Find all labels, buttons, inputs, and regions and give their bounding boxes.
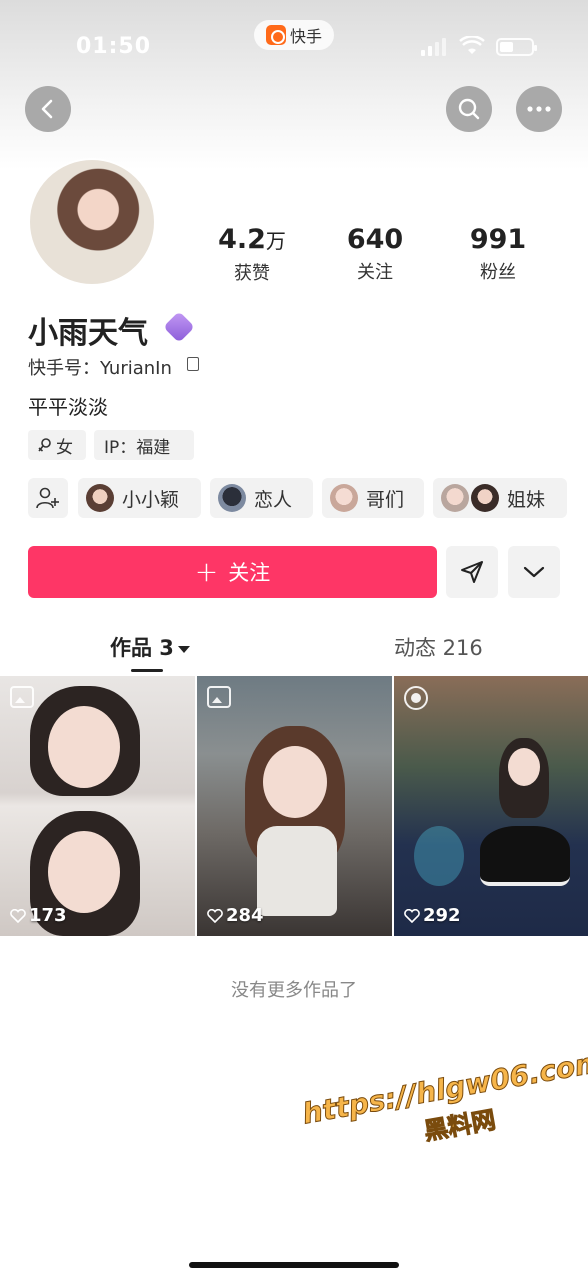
search-icon: [458, 98, 480, 120]
profile-bio: 平平淡淡: [28, 395, 108, 419]
copy-icon[interactable]: [187, 357, 199, 371]
stat-likes[interactable]: 4.2万 获赞: [207, 224, 297, 285]
kuaishou-id: 快手号：YurianIn: [28, 358, 172, 379]
recommend-dropdown-button[interactable]: [508, 546, 560, 598]
avatar[interactable]: [28, 158, 156, 286]
app-name: 快手: [289, 27, 322, 46]
tab-works[interactable]: 作品 3: [110, 632, 190, 662]
profile-name: 小雨天气: [28, 316, 148, 351]
wifi-icon: [459, 36, 485, 54]
kuaishou-logo-icon: [265, 25, 286, 45]
chevron-left-icon: [41, 99, 53, 119]
like-count: 173: [10, 905, 67, 926]
heart-icon: [404, 908, 420, 923]
post-thumbnail[interactable]: 284: [197, 676, 392, 936]
add-friend-button[interactable]: [28, 478, 68, 518]
caret-down-icon: [177, 645, 190, 653]
relation-chip[interactable]: 哥们: [322, 478, 424, 518]
stat-followers[interactable]: 991 粉丝: [453, 224, 543, 284]
send-icon: [461, 561, 483, 583]
watermark: https://hlgw06.com 黑料网: [299, 1045, 588, 1167]
female-icon: [38, 438, 51, 452]
post-thumbnail[interactable]: 173: [0, 676, 195, 936]
relation-chip[interactable]: 姐妹: [433, 478, 567, 518]
relation-chip[interactable]: 小小颖: [78, 478, 201, 518]
stat-label: 粉丝: [480, 262, 516, 283]
chevron-down-icon: [523, 566, 545, 578]
relation-chip[interactable]: 恋人: [210, 478, 313, 518]
relation-avatar: [218, 484, 246, 512]
heart-icon: [207, 908, 223, 923]
back-button[interactable]: [25, 86, 71, 132]
stat-following[interactable]: 640 关注: [330, 224, 420, 284]
relation-avatar: [86, 484, 114, 512]
plus-icon: +: [194, 555, 219, 588]
album-icon: [10, 686, 34, 708]
like-count: 292: [404, 905, 461, 926]
relation-avatar: [471, 484, 499, 512]
app-indicator[interactable]: 快手: [254, 20, 334, 50]
add-user-icon: [36, 487, 59, 509]
gender-tag: 女: [28, 430, 86, 460]
works-grid: 173 284 292: [0, 676, 588, 936]
status-bar: 01:50 快手: [0, 0, 588, 80]
home-indicator[interactable]: [189, 1262, 399, 1268]
battery-icon: [496, 38, 537, 56]
relation-avatar: [330, 484, 358, 512]
heart-icon: [10, 908, 26, 923]
tab-indicator: [131, 669, 163, 672]
more-dots-icon: [527, 106, 551, 112]
message-button[interactable]: [446, 546, 498, 598]
stat-label: 获赞: [234, 263, 270, 284]
ip-tag: IP：福建: [94, 430, 194, 460]
tab-dynamic[interactable]: 动态 216: [394, 632, 483, 662]
no-more-works-text: 没有更多作品了: [231, 980, 357, 1001]
more-button[interactable]: [516, 86, 562, 132]
follow-button[interactable]: + 关注: [28, 546, 437, 598]
album-icon: [207, 686, 231, 708]
level-badge-icon[interactable]: [163, 311, 195, 343]
status-time: 01:50: [76, 34, 152, 59]
search-button[interactable]: [446, 86, 492, 132]
signal-icon: [421, 38, 447, 56]
stat-label: 关注: [357, 262, 393, 283]
post-thumbnail[interactable]: 292: [394, 676, 588, 936]
relation-avatar: [441, 484, 469, 512]
live-photo-icon: [404, 686, 428, 710]
like-count: 284: [207, 905, 264, 926]
